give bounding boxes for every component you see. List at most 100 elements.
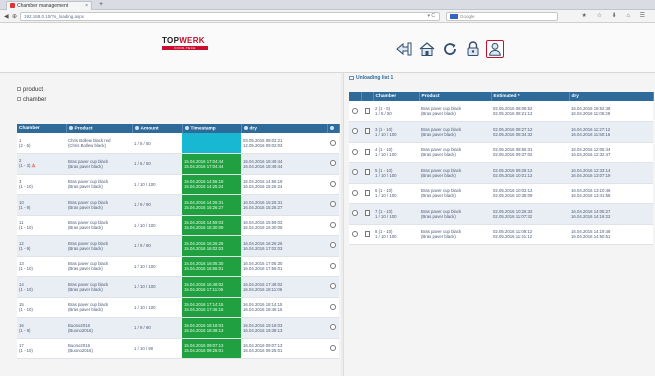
refresh-icon[interactable] bbox=[441, 40, 459, 58]
document-icon[interactable] bbox=[364, 169, 370, 176]
row-action-cell[interactable] bbox=[327, 276, 339, 298]
identity-icon[interactable]: ⊕ bbox=[12, 13, 17, 20]
remove-icon[interactable] bbox=[352, 128, 358, 135]
new-tab-button[interactable]: + bbox=[96, 1, 106, 9]
table-row[interactable]: 17 (1 - 10) Buono2016 (Buono2016) 1 / 10 / 9… bbox=[17, 338, 339, 359]
home-icon[interactable] bbox=[418, 40, 436, 58]
row-action-cell[interactable] bbox=[327, 256, 339, 277]
remove-icon[interactable] bbox=[352, 210, 358, 217]
user-icon[interactable] bbox=[486, 40, 504, 58]
row-action-cell[interactable] bbox=[327, 317, 339, 339]
chamber-filter[interactable]: chamber bbox=[17, 97, 46, 103]
document-icon[interactable] bbox=[364, 148, 370, 155]
product-checkbox[interactable] bbox=[17, 87, 21, 91]
unload-icon[interactable] bbox=[330, 201, 336, 208]
toolbar-icons[interactable]: ★ ☆ ⬇ ⌂ ☰ bbox=[582, 12, 649, 19]
table-row[interactable]: 3 (1 - 10) Bras paver cup black (Bras paver… bbox=[17, 174, 339, 195]
row-action-cell[interactable] bbox=[349, 101, 361, 122]
unload-icon[interactable] bbox=[330, 283, 336, 290]
col-chamber-header[interactable]: Chamber bbox=[17, 124, 67, 133]
row-action-cell[interactable] bbox=[327, 174, 339, 195]
row-doc-cell[interactable] bbox=[361, 142, 373, 163]
url-controls[interactable]: ▾ C bbox=[427, 13, 435, 19]
unload-icon[interactable] bbox=[330, 180, 336, 187]
table-row[interactable]: 6 (1 - 10) 1 / 10 / 100 Bras paver cup bla… bbox=[349, 183, 653, 204]
product-filter[interactable]: product bbox=[17, 87, 43, 93]
table-row[interactable]: 4 (1 - 10) 1 / 10 / 100 Bras paver cup bla… bbox=[349, 142, 653, 163]
table-row[interactable]: 2 (1 - 5) 1 / 5 / 50 Bras paver cup black(… bbox=[349, 101, 653, 122]
row-action-cell[interactable] bbox=[327, 215, 339, 236]
lock-icon[interactable] bbox=[464, 40, 482, 58]
dry-cell: 16.04.2016 15:26:31 16.04.2016 15:26:27 bbox=[241, 194, 327, 216]
row-action-cell[interactable] bbox=[327, 153, 339, 175]
table-row[interactable]: 5 (1 - 10) 1 / 10 / 100 Bras paver cup bla… bbox=[349, 162, 653, 184]
row-action-cell[interactable] bbox=[327, 194, 339, 216]
row-action-cell[interactable] bbox=[327, 235, 339, 257]
unload-icon[interactable] bbox=[330, 262, 336, 269]
row-action-cell[interactable] bbox=[327, 133, 339, 154]
table-row[interactable]: 3 (1 - 10) 1 / 10 / 100 Bras paver cup bla… bbox=[349, 121, 653, 143]
table-row[interactable]: 11 (1 - 10) Bras paver cup black (Bras pave… bbox=[17, 215, 339, 236]
address-bar[interactable]: 192.168.0.10/?s_loading.aspx ▾ C bbox=[20, 12, 440, 21]
remove-icon[interactable] bbox=[352, 230, 358, 237]
unload-icon[interactable] bbox=[330, 344, 336, 351]
row-action-cell[interactable] bbox=[327, 297, 339, 318]
document-icon[interactable] bbox=[364, 210, 370, 217]
row-action-cell[interactable] bbox=[349, 183, 361, 204]
table-row[interactable]: 10 (1 - 9) Bras paver cup black (Bras paver… bbox=[17, 194, 339, 216]
table-row[interactable]: 8 (1 - 10) 1 / 10 / 100 Bras paver cup bla… bbox=[349, 224, 653, 245]
table-row[interactable]: 13 (1 - 10) Bras paver cup black (Bras pave… bbox=[17, 256, 339, 277]
timestamp-cell: 15.04.2016 16:48:02 15.04.2016 17:11:06 bbox=[182, 276, 241, 298]
remove-icon[interactable] bbox=[352, 169, 358, 176]
col-product-header[interactable]: Product bbox=[419, 92, 492, 101]
document-icon[interactable] bbox=[364, 230, 370, 237]
col-estimated-header[interactable]: Estimated * bbox=[491, 92, 570, 101]
unload-icon[interactable] bbox=[330, 242, 336, 249]
close-tab-icon[interactable]: × bbox=[85, 3, 88, 9]
row-action-cell[interactable] bbox=[349, 203, 361, 225]
row-doc-cell[interactable] bbox=[361, 183, 373, 204]
remove-icon[interactable] bbox=[352, 189, 358, 196]
col-amount-header[interactable]: Amount bbox=[132, 124, 183, 133]
document-icon[interactable] bbox=[364, 189, 370, 196]
table-row[interactable]: 1 (2 - 5) Chris Bollew black red (Chris Bol… bbox=[17, 133, 339, 154]
row-doc-cell[interactable] bbox=[361, 121, 373, 143]
row-action-cell[interactable] bbox=[349, 142, 361, 163]
table-row[interactable]: 12 (1 - 9) Bras paver cup black (Bras paver… bbox=[17, 235, 339, 257]
document-icon[interactable] bbox=[364, 128, 370, 135]
unload-icon[interactable] bbox=[330, 221, 336, 228]
unload-icon[interactable] bbox=[330, 160, 336, 167]
row-doc-cell[interactable] bbox=[361, 224, 373, 245]
remove-icon[interactable] bbox=[352, 107, 358, 114]
chamber-checkbox[interactable] bbox=[17, 97, 21, 101]
row-doc-cell[interactable] bbox=[361, 203, 373, 225]
row-action-cell[interactable] bbox=[349, 121, 361, 143]
row-action-cell[interactable] bbox=[349, 224, 361, 245]
row-doc-cell[interactable] bbox=[361, 101, 373, 122]
col-dry-header[interactable]: dry bbox=[241, 124, 328, 133]
search-input[interactable]: Google bbox=[446, 12, 558, 21]
row-action-cell[interactable] bbox=[327, 338, 339, 359]
table-row[interactable]: 2 (1 - 3)⚠ Bras paver cup black (Bras paver… bbox=[17, 153, 339, 175]
document-icon[interactable] bbox=[364, 107, 370, 114]
table-row[interactable]: 16 (1 - 9) Buono2016 (Buono2016) 1 / 9 / 90 1… bbox=[17, 317, 339, 339]
back-icon[interactable]: ◀ bbox=[4, 13, 9, 20]
row-action-cell[interactable] bbox=[349, 162, 361, 184]
table-row[interactable]: 15 (1 - 10) Bras paver cup black (Bras pave… bbox=[17, 297, 339, 318]
dry-cell: 16.04.2016 09:07:13 16.04.2016 09:25:01 bbox=[241, 338, 327, 359]
table-row[interactable]: 14 (1 - 10) Bras paver cup black (Bras pave… bbox=[17, 276, 339, 298]
col-chamber-header[interactable]: Chamber bbox=[373, 92, 420, 101]
unload-icon[interactable] bbox=[330, 139, 336, 146]
col-timestamp-header[interactable]: Timestamp bbox=[182, 124, 242, 133]
table-header-row: Chamber Product Estimated * dry bbox=[349, 92, 654, 101]
chamber-cell: 2 (1 - 5) 1 / 5 / 50 bbox=[373, 101, 419, 122]
browser-tab[interactable]: Chamber management × bbox=[6, 1, 92, 10]
exit-icon[interactable] bbox=[395, 40, 413, 58]
remove-icon[interactable] bbox=[352, 148, 358, 155]
table-row[interactable]: 7 (1 - 10) 1 / 10 / 100 Bras paver cup bla… bbox=[349, 203, 653, 225]
unload-icon[interactable] bbox=[330, 303, 336, 310]
unload-icon[interactable] bbox=[330, 324, 336, 331]
row-doc-cell[interactable] bbox=[361, 162, 373, 184]
col-dry-header[interactable]: dry bbox=[569, 92, 654, 101]
col-product-header[interactable]: Product bbox=[66, 124, 133, 133]
